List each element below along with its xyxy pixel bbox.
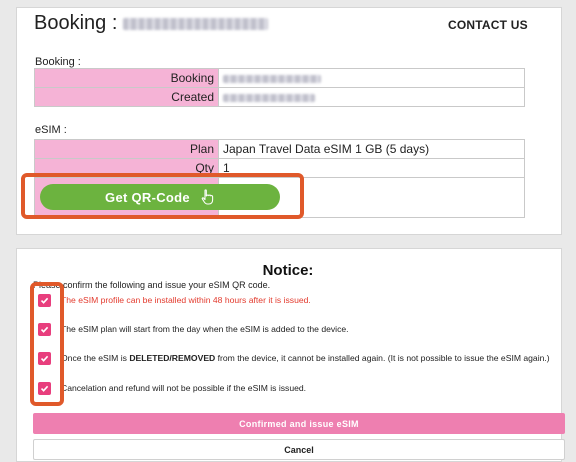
confirm-item-1[interactable]: The eSIM profile can be installed within… <box>38 293 311 307</box>
confirm-item-2[interactable]: The eSIM plan will start from the day wh… <box>38 322 349 336</box>
redacted-value <box>223 93 315 102</box>
redacted-value <box>223 74 321 83</box>
booking-section-label: Booking : <box>35 56 81 68</box>
booking-label: Booking <box>34 68 219 88</box>
esim-section-label: eSIM : <box>35 124 67 136</box>
plan-label: Plan <box>34 139 219 159</box>
contact-us-link[interactable]: CONTACT US <box>448 18 528 32</box>
confirm-item-3[interactable]: Once the eSIM is DELETED/REMOVED from th… <box>38 351 550 365</box>
checkbox-highlight <box>30 282 64 406</box>
notice-subtitle: Please confirm the following and issue y… <box>33 280 271 290</box>
plan-value: Japan Travel Data eSIM 1 GB (5 days) <box>218 139 525 159</box>
confirm-item-text: Once the eSIM is DELETED/REMOVED from th… <box>61 353 550 363</box>
created-label: Created <box>34 87 219 107</box>
confirm-issue-esim-button[interactable]: Confirmed and issue eSIM <box>33 413 565 434</box>
table-row: Plan Japan Travel Data eSIM 1 GB (5 days… <box>34 139 525 159</box>
table-row: Booking <box>34 68 525 88</box>
cancel-button[interactable]: Cancel <box>33 439 565 460</box>
table-row: Created <box>34 87 525 107</box>
booking-title: Booking : <box>34 12 269 35</box>
qr-button-highlight <box>21 173 304 219</box>
confirm-item-text: The eSIM plan will start from the day wh… <box>61 324 349 334</box>
confirm-item-text: Cancelation and refund will not be possi… <box>61 383 307 393</box>
notice-title: Notice: <box>262 262 314 279</box>
redacted-booking-id <box>123 17 269 30</box>
confirm-item-4[interactable]: Cancelation and refund will not be possi… <box>38 381 306 395</box>
confirm-item-text: The eSIM profile can be installed within… <box>61 295 311 305</box>
created-value <box>218 87 525 107</box>
booking-value <box>218 68 525 88</box>
booking-table: Booking Created <box>34 68 525 107</box>
